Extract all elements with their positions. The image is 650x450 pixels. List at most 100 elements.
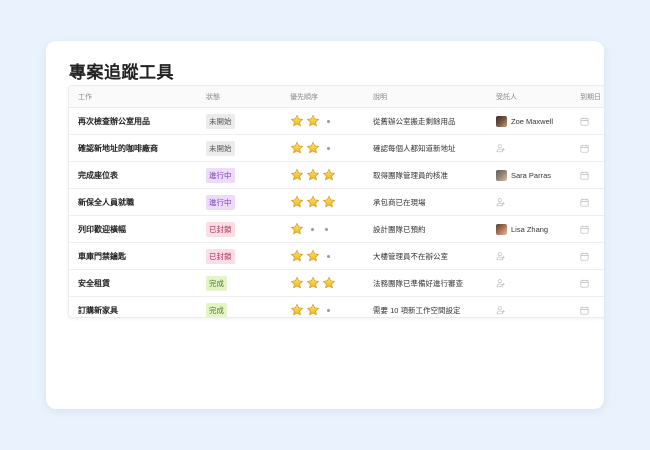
assign-person-button[interactable] bbox=[496, 270, 506, 296]
empty-priority-dot[interactable] bbox=[327, 254, 330, 258]
task-description[interactable]: 確認每個人都知道新地址 bbox=[373, 135, 456, 161]
empty-priority-dot[interactable] bbox=[325, 227, 328, 231]
task-description[interactable]: 從舊辦公室搬走剩餘用品 bbox=[373, 108, 456, 134]
table-row[interactable]: 車庫門禁鑰匙 已封鎖 大樓管理員不在辦公室 bbox=[69, 243, 604, 270]
assignee[interactable]: Lisa Zhang bbox=[496, 216, 548, 242]
empty-priority-dot[interactable] bbox=[327, 308, 330, 312]
assign-person-button[interactable] bbox=[496, 135, 506, 161]
priority-rating[interactable] bbox=[290, 216, 334, 242]
status-badge[interactable]: 已封鎖 bbox=[206, 248, 235, 264]
status-badge[interactable]: 完成 bbox=[206, 275, 227, 291]
task-name[interactable]: 車庫門禁鑰匙 bbox=[78, 243, 126, 269]
priority-rating[interactable] bbox=[290, 270, 338, 296]
person-outline-icon[interactable] bbox=[496, 197, 506, 207]
calendar-icon[interactable] bbox=[580, 252, 589, 261]
star-icon[interactable] bbox=[290, 276, 304, 290]
table-row[interactable]: 安全租賃 完成 法務團隊已準備好進行審查 bbox=[69, 270, 604, 297]
column-header-description[interactable]: 說明 bbox=[373, 86, 387, 107]
person-outline-icon[interactable] bbox=[496, 251, 506, 261]
column-header-status[interactable]: 狀態 bbox=[206, 86, 220, 107]
due-date-picker[interactable] bbox=[580, 135, 589, 161]
status-badge[interactable]: 進行中 bbox=[206, 194, 235, 210]
calendar-icon[interactable] bbox=[580, 171, 589, 180]
status-badge[interactable]: 已封鎖 bbox=[206, 221, 235, 237]
assignee[interactable]: Sara Parras bbox=[496, 162, 551, 188]
column-header-due-date[interactable]: 到期日 bbox=[580, 86, 601, 107]
priority-rating[interactable] bbox=[290, 108, 336, 134]
task-description[interactable]: 取得團隊管理員的核准 bbox=[373, 162, 448, 188]
task-name[interactable]: 訂購新家具 bbox=[78, 297, 118, 317]
calendar-icon[interactable] bbox=[580, 144, 589, 153]
column-header-task[interactable]: 工作 bbox=[78, 86, 92, 107]
empty-priority-dot[interactable] bbox=[311, 227, 314, 231]
table-row[interactable]: 確認新地址的咖啡廠商 未開始 確認每個人都知道新地址 bbox=[69, 135, 604, 162]
star-icon[interactable] bbox=[290, 249, 304, 263]
empty-priority-dot[interactable] bbox=[327, 119, 330, 123]
due-date-picker[interactable] bbox=[580, 297, 589, 317]
status-badge[interactable]: 未開始 bbox=[206, 140, 235, 156]
star-icon[interactable] bbox=[306, 249, 320, 263]
calendar-icon[interactable] bbox=[580, 306, 589, 315]
calendar-icon[interactable] bbox=[580, 117, 589, 126]
star-icon[interactable] bbox=[290, 114, 304, 128]
status-badge[interactable]: 進行中 bbox=[206, 167, 235, 183]
star-icon[interactable] bbox=[290, 195, 304, 209]
task-name[interactable]: 安全租賃 bbox=[78, 270, 110, 296]
star-icon[interactable] bbox=[290, 303, 304, 317]
status-badge[interactable]: 未開始 bbox=[206, 113, 235, 129]
task-name[interactable]: 完成座位表 bbox=[78, 162, 118, 188]
star-icon[interactable] bbox=[322, 195, 336, 209]
task-name[interactable]: 確認新地址的咖啡廠商 bbox=[78, 135, 158, 161]
task-name[interactable]: 再次檢查辦公室用品 bbox=[78, 108, 150, 134]
task-name[interactable]: 列印歡迎橫幅 bbox=[78, 216, 126, 242]
priority-rating[interactable] bbox=[290, 162, 338, 188]
due-date-picker[interactable] bbox=[580, 189, 589, 215]
table-row[interactable]: 列印歡迎橫幅 已封鎖 設計團隊已預約 Lisa Zhang bbox=[69, 216, 604, 243]
calendar-icon[interactable] bbox=[580, 225, 589, 234]
due-date-picker[interactable] bbox=[580, 108, 589, 134]
task-description[interactable]: 承包商已在現場 bbox=[373, 189, 426, 215]
due-date-picker[interactable] bbox=[580, 270, 589, 296]
star-icon[interactable] bbox=[306, 141, 320, 155]
priority-rating[interactable] bbox=[290, 297, 336, 317]
column-header-priority[interactable]: 優先順序 bbox=[290, 86, 318, 107]
task-name[interactable]: 新保全人員就職 bbox=[78, 189, 134, 215]
task-description[interactable]: 法務團隊已準備好進行審查 bbox=[373, 270, 463, 296]
star-icon[interactable] bbox=[322, 168, 336, 182]
due-date-picker[interactable] bbox=[580, 216, 589, 242]
person-outline-icon[interactable] bbox=[496, 143, 506, 153]
due-date-picker[interactable] bbox=[580, 162, 589, 188]
star-icon[interactable] bbox=[322, 276, 336, 290]
task-description[interactable]: 設計團隊已預約 bbox=[373, 216, 426, 242]
assign-person-button[interactable] bbox=[496, 243, 506, 269]
status-badge[interactable]: 完成 bbox=[206, 302, 227, 317]
star-icon[interactable] bbox=[306, 168, 320, 182]
person-outline-icon[interactable] bbox=[496, 278, 506, 288]
column-header-assignee[interactable]: 受託人 bbox=[496, 86, 517, 107]
empty-priority-dot[interactable] bbox=[327, 146, 330, 150]
task-description[interactable]: 大樓管理員不在辦公室 bbox=[373, 243, 448, 269]
due-date-picker[interactable] bbox=[580, 243, 589, 269]
assign-person-button[interactable] bbox=[496, 189, 506, 215]
star-icon[interactable] bbox=[306, 303, 320, 317]
table-row[interactable]: 新保全人員就職 進行中 承包商已在現場 bbox=[69, 189, 604, 216]
priority-rating[interactable] bbox=[290, 189, 338, 215]
star-icon[interactable] bbox=[290, 168, 304, 182]
person-outline-icon[interactable] bbox=[496, 305, 506, 315]
star-icon[interactable] bbox=[306, 276, 320, 290]
star-icon[interactable] bbox=[290, 222, 304, 236]
assignee[interactable]: Zoe Maxwell bbox=[496, 108, 553, 134]
star-icon[interactable] bbox=[290, 141, 304, 155]
calendar-icon[interactable] bbox=[580, 198, 589, 207]
table-row[interactable]: 再次檢查辦公室用品 未開始 從舊辦公室搬走剩餘用品 Zoe Maxwell bbox=[69, 108, 604, 135]
table-row[interactable]: 訂購新家具 完成 需要 10 項新工作空間設定 bbox=[69, 297, 604, 317]
calendar-icon[interactable] bbox=[580, 279, 589, 288]
table-row[interactable]: 完成座位表 進行中 取得團隊管理員的核准 Sara Parras bbox=[69, 162, 604, 189]
assign-person-button[interactable] bbox=[496, 297, 506, 317]
star-icon[interactable] bbox=[306, 195, 320, 209]
priority-rating[interactable] bbox=[290, 135, 336, 161]
priority-rating[interactable] bbox=[290, 243, 336, 269]
star-icon[interactable] bbox=[306, 114, 320, 128]
task-description[interactable]: 需要 10 項新工作空間設定 bbox=[373, 297, 461, 317]
page-title: 專案追蹤工具 bbox=[69, 63, 174, 82]
